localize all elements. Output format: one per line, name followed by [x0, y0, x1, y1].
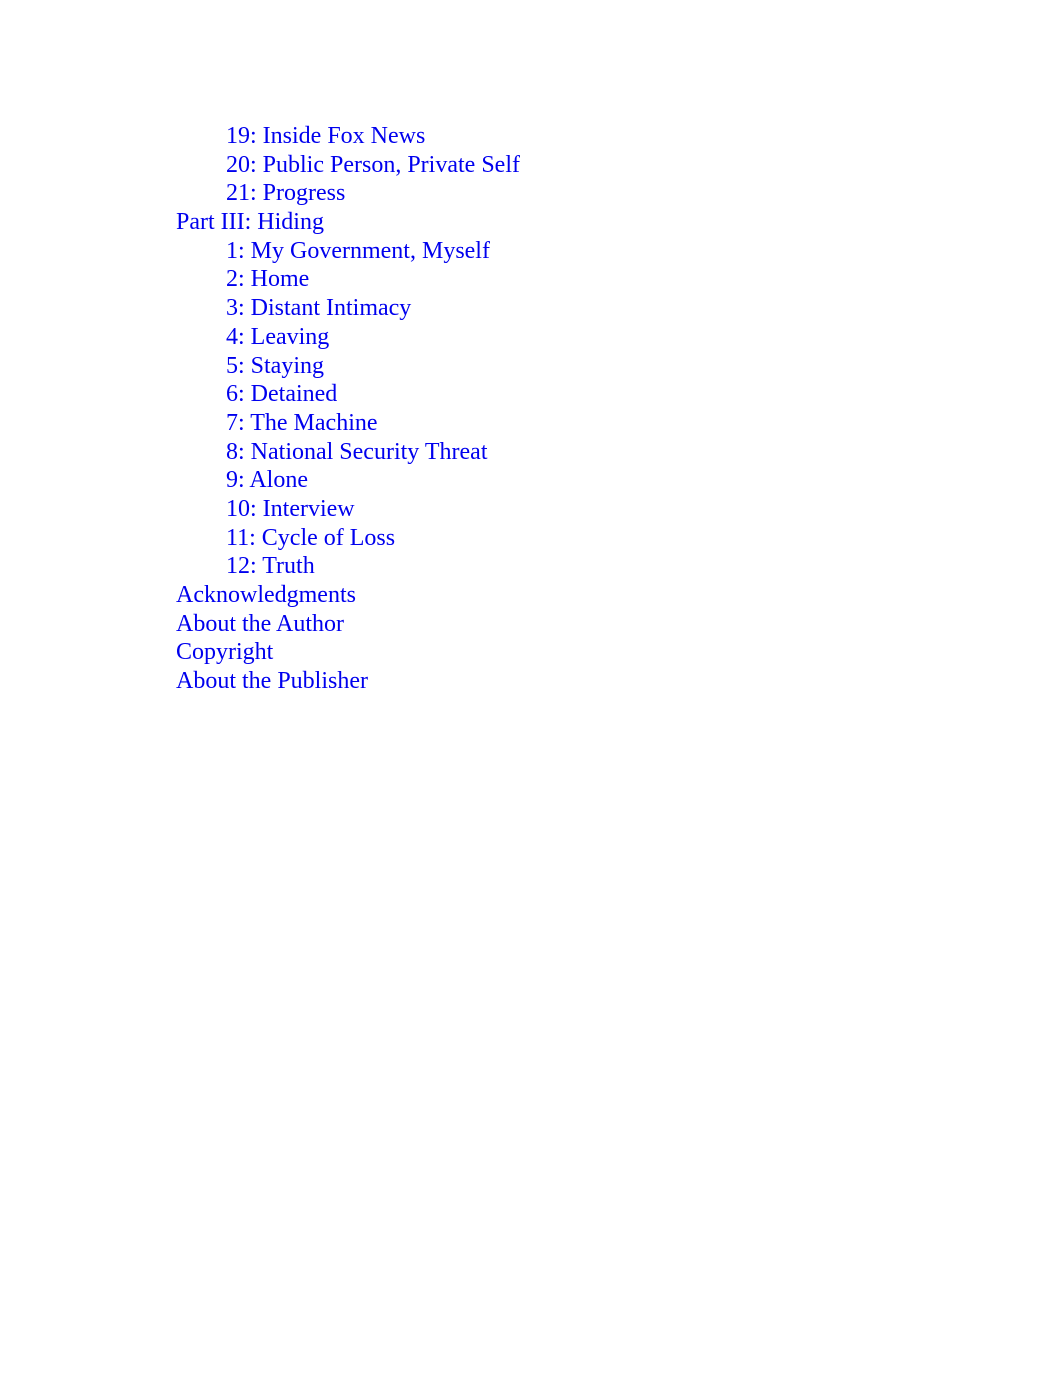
- toc-item-chapter-5: 5: Staying: [176, 352, 520, 381]
- toc-link[interactable]: 3: Distant Intimacy: [226, 295, 411, 321]
- toc-item-copyright: Copyright: [176, 638, 520, 667]
- toc-link[interactable]: 20: Public Person, Private Self: [226, 152, 520, 178]
- toc-item-part-3: Part III: Hiding: [176, 208, 520, 237]
- table-of-contents: 19: Inside Fox News 20: Public Person, P…: [176, 122, 520, 696]
- toc-link[interactable]: 12: Truth: [226, 553, 315, 579]
- toc-item-chapter-4: 4: Leaving: [176, 323, 520, 352]
- toc-item-about-author: About the Author: [176, 610, 520, 639]
- toc-link[interactable]: 21: Progress: [226, 180, 345, 206]
- toc-link[interactable]: Acknowledgments: [176, 582, 356, 608]
- toc-link[interactable]: 10: Interview: [226, 496, 355, 522]
- toc-item-chapter-19: 19: Inside Fox News: [176, 122, 520, 151]
- toc-item-chapter-10: 10: Interview: [176, 495, 520, 524]
- toc-item-chapter-2: 2: Home: [176, 265, 520, 294]
- toc-link[interactable]: 4: Leaving: [226, 324, 329, 350]
- toc-item-chapter-20: 20: Public Person, Private Self: [176, 151, 520, 180]
- toc-link[interactable]: 5: Staying: [226, 353, 324, 379]
- toc-item-chapter-9: 9: Alone: [176, 466, 520, 495]
- toc-item-chapter-11: 11: Cycle of Loss: [176, 524, 520, 553]
- toc-link[interactable]: 1: My Government, Myself: [226, 238, 490, 264]
- toc-item-chapter-7: 7: The Machine: [176, 409, 520, 438]
- toc-link[interactable]: About the Author: [176, 611, 344, 637]
- toc-link[interactable]: 6: Detained: [226, 381, 337, 407]
- toc-item-chapter-6: 6: Detained: [176, 380, 520, 409]
- toc-link[interactable]: Copyright: [176, 639, 273, 665]
- toc-item-chapter-1: 1: My Government, Myself: [176, 237, 520, 266]
- toc-link[interactable]: 19: Inside Fox News: [226, 123, 425, 149]
- toc-item-chapter-8: 8: National Security Threat: [176, 438, 520, 467]
- toc-link[interactable]: 2: Home: [226, 266, 309, 292]
- toc-item-chapter-3: 3: Distant Intimacy: [176, 294, 520, 323]
- toc-item-about-publisher: About the Publisher: [176, 667, 520, 696]
- toc-link[interactable]: 11: Cycle of Loss: [226, 525, 395, 551]
- toc-link[interactable]: 9: Alone: [226, 467, 308, 493]
- toc-item-chapter-21: 21: Progress: [176, 179, 520, 208]
- toc-link[interactable]: About the Publisher: [176, 668, 368, 694]
- toc-link[interactable]: 7: The Machine: [226, 410, 378, 436]
- toc-link[interactable]: 8: National Security Threat: [226, 439, 487, 465]
- toc-item-acknowledgments: Acknowledgments: [176, 581, 520, 610]
- toc-item-chapter-12: 12: Truth: [176, 552, 520, 581]
- toc-link[interactable]: Part III: Hiding: [176, 209, 324, 235]
